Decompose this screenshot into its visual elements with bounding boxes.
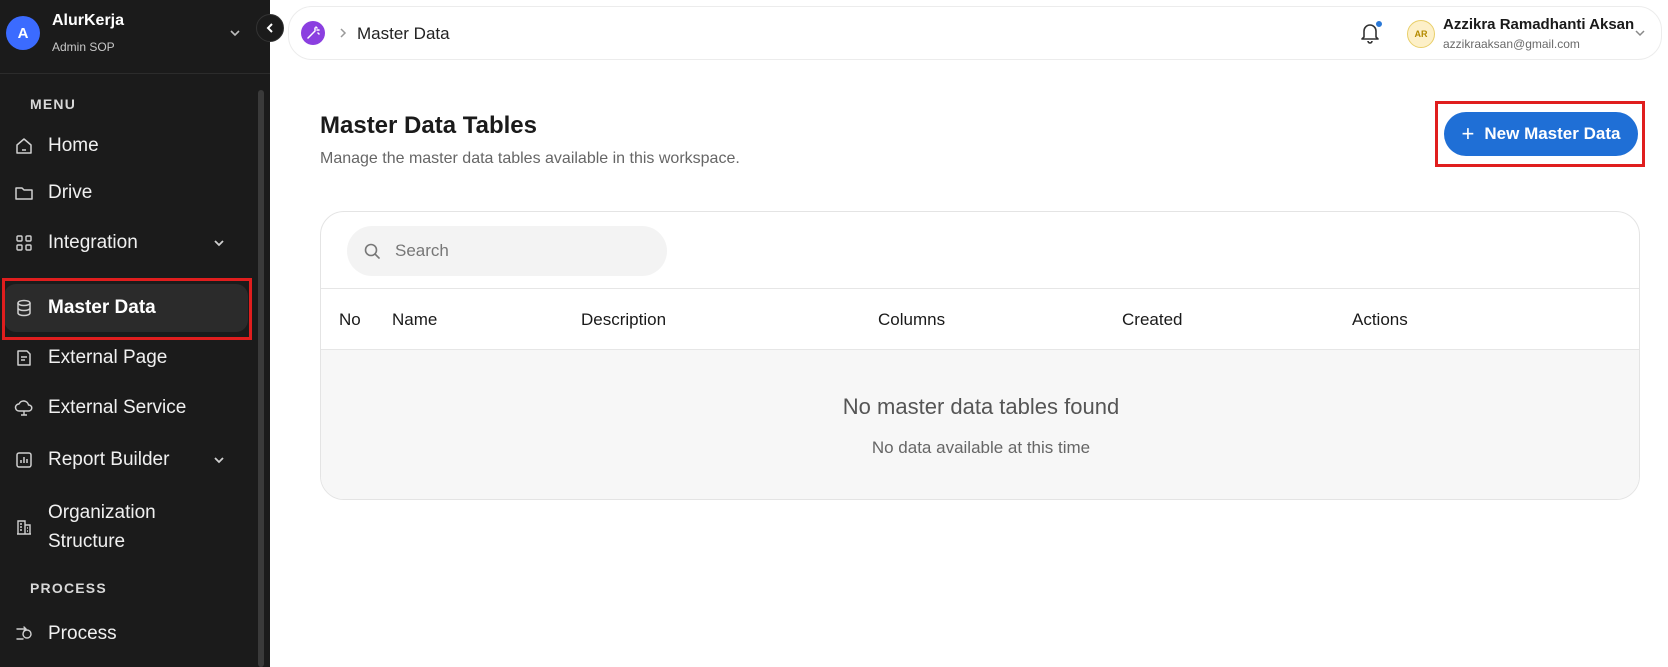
process-section-label: PROCESS xyxy=(30,580,107,596)
search-box[interactable] xyxy=(347,226,667,276)
breadcrumb: Master Data xyxy=(357,24,450,43)
magic-wand-icon xyxy=(307,26,320,39)
sidebar: A AlurKerja Admin SOP MENU Home Drive In… xyxy=(0,0,270,667)
empty-state-title: No master data tables found xyxy=(842,394,1120,419)
new-master-data-label: New Master Data xyxy=(1484,124,1621,143)
empty-state: No master data tables found No data avai… xyxy=(321,350,1639,499)
table-header: No Name Description Columns Created Acti… xyxy=(321,288,1639,350)
column-header-columns[interactable]: Columns xyxy=(878,310,945,330)
plus-icon: + xyxy=(1461,121,1475,146)
sidebar-item-organization-structure[interactable]: Organization Structure xyxy=(4,496,248,558)
sidebar-item-external-service[interactable]: External Service xyxy=(4,384,248,432)
master-data-table-card: No Name Description Columns Created Acti… xyxy=(320,211,1640,500)
sidebar-item-integration[interactable]: Integration xyxy=(4,219,248,267)
workspace-avatar: A xyxy=(6,16,40,50)
sidebar-item-home[interactable]: Home xyxy=(4,122,248,170)
collapse-sidebar-button[interactable] xyxy=(256,14,284,42)
sidebar-item-label: Integration xyxy=(48,232,138,253)
sidebar-scrollbar[interactable] xyxy=(258,90,264,667)
search-icon xyxy=(364,243,380,259)
cloud-icon xyxy=(14,400,33,416)
chevron-left-icon xyxy=(266,23,273,33)
chevron-right-icon xyxy=(340,28,347,38)
workspace-switcher[interactable]: A AlurKerja Admin SOP xyxy=(0,0,270,74)
app-logo[interactable] xyxy=(301,21,325,45)
folder-icon xyxy=(15,187,33,200)
grid-icon xyxy=(16,235,32,251)
user-email: azzikraaksan@gmail.com xyxy=(1443,37,1580,51)
menu-section-label: MENU xyxy=(30,96,77,112)
search-input[interactable] xyxy=(395,236,655,266)
chart-icon xyxy=(16,452,32,468)
user-avatar[interactable]: AR xyxy=(1407,20,1435,48)
sidebar-item-report-builder[interactable]: Report Builder xyxy=(4,436,248,484)
chevron-down-icon[interactable] xyxy=(1634,27,1646,39)
sidebar-item-label: Master Data xyxy=(48,297,156,318)
column-header-actions: Actions xyxy=(1352,310,1408,329)
column-header-name[interactable]: Name xyxy=(392,310,437,330)
user-name[interactable]: Azzikra Ramadhanti Aksan xyxy=(1443,16,1634,33)
home-icon xyxy=(16,138,32,154)
sidebar-item-external-page[interactable]: External Page xyxy=(4,334,248,382)
column-header-no[interactable]: No xyxy=(339,310,361,330)
workspace-name: AlurKerja xyxy=(52,12,125,29)
page-subtitle: Manage the master data tables available … xyxy=(320,150,740,167)
sidebar-item-label: Process xyxy=(48,623,117,644)
column-header-description[interactable]: Description xyxy=(581,310,666,330)
workspace-role: Admin SOP xyxy=(52,40,115,54)
sidebar-item-drive[interactable]: Drive xyxy=(4,169,248,217)
sidebar-item-master-data[interactable]: Master Data xyxy=(4,284,248,332)
notification-dot xyxy=(1375,20,1383,28)
chevron-down-icon xyxy=(214,240,224,247)
column-header-created[interactable]: Created xyxy=(1122,310,1182,330)
process-icon xyxy=(16,626,32,640)
new-master-data-button[interactable]: + New Master Data xyxy=(1444,112,1638,156)
sidebar-item-label: External Page xyxy=(48,347,168,368)
page-title: Master Data Tables xyxy=(320,112,537,139)
database-icon xyxy=(17,299,31,317)
top-bar: Master Data AR Azzikra Ramadhanti Aksan … xyxy=(288,6,1662,60)
page-icon xyxy=(17,350,31,366)
sidebar-item-label: Home xyxy=(48,135,99,156)
sidebar-item-label: Drive xyxy=(48,182,93,203)
chevron-down-icon xyxy=(214,457,224,464)
building-icon xyxy=(17,520,31,535)
sidebar-item-label: External Service xyxy=(48,397,187,418)
empty-state-subtitle: No data available at this time xyxy=(871,438,1091,457)
chevron-down-icon xyxy=(230,30,240,37)
sidebar-item-label: Organization Structure xyxy=(48,502,156,552)
sidebar-item-process[interactable]: Process xyxy=(4,610,248,658)
sidebar-item-label: Report Builder xyxy=(48,449,170,470)
